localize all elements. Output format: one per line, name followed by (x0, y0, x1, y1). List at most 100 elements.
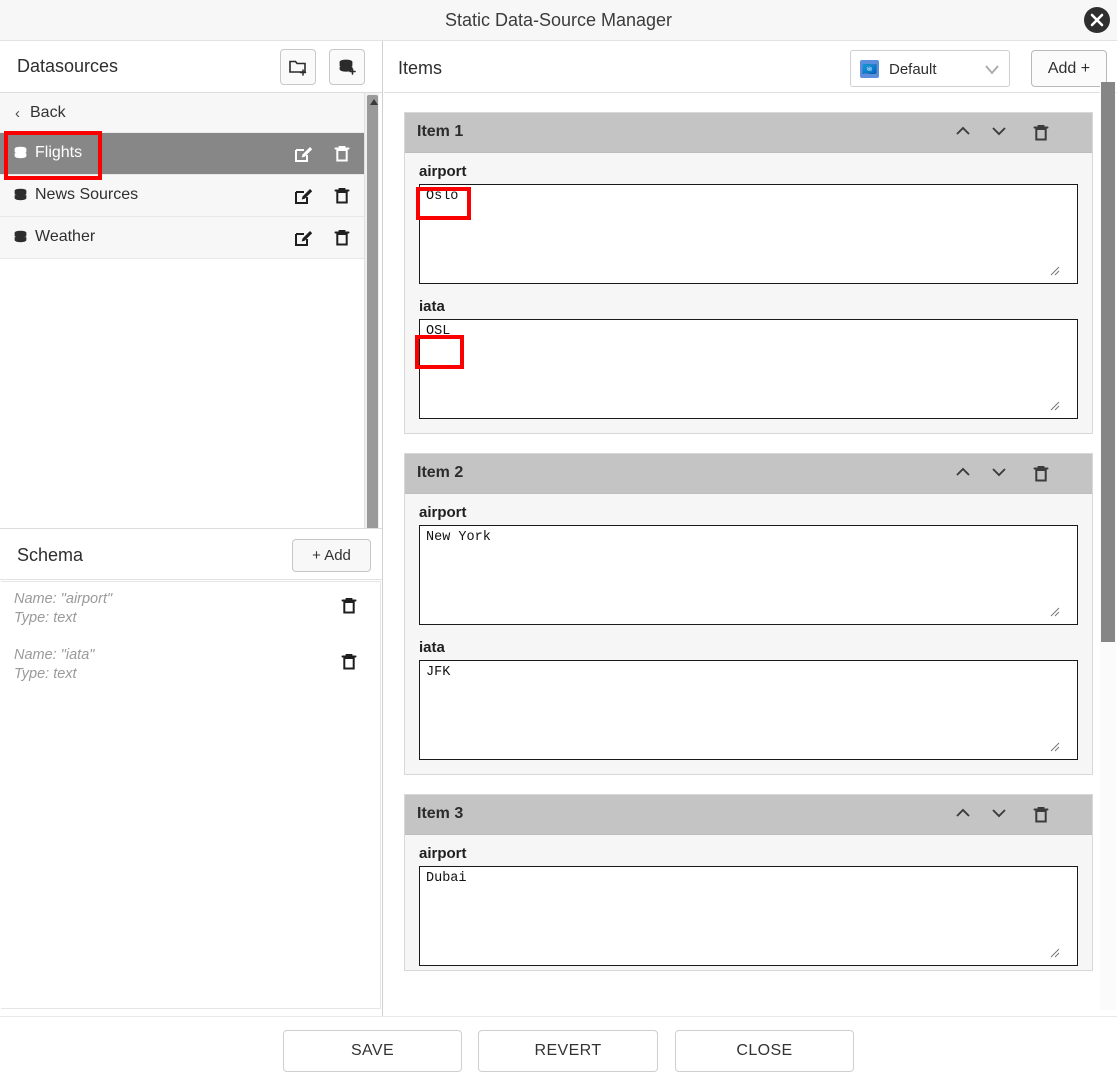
item-card-header: Item 2 (405, 454, 1092, 494)
trash-icon[interactable] (1030, 804, 1052, 831)
trash-icon[interactable] (331, 185, 353, 212)
back-button[interactable]: ‹ Back (0, 93, 370, 133)
items-scrollbar[interactable] (1100, 82, 1116, 1010)
chevron-left-icon: ‹ (15, 105, 20, 122)
field-label: airport (419, 504, 467, 521)
resize-grip-icon (1050, 948, 1060, 958)
datasource-list-scrollbar[interactable] (364, 93, 379, 568)
schema-header: Schema + Add (0, 528, 382, 580)
resize-grip-icon (1050, 401, 1060, 411)
close-icon[interactable] (1084, 7, 1110, 33)
item-card-1: Item 1 airport Oslo iata OSL (404, 112, 1093, 434)
chevron-down-icon[interactable] (990, 806, 1008, 825)
chevron-up-icon[interactable] (954, 465, 972, 484)
chevron-up-icon[interactable] (954, 806, 972, 825)
chevron-down-icon (984, 63, 1000, 81)
field-label: airport (419, 845, 467, 862)
card-bottom-spacer (405, 764, 1092, 774)
trash-icon[interactable] (338, 595, 360, 622)
item-card-header: Item 1 (405, 113, 1092, 153)
item-title: Item 1 (417, 123, 464, 140)
sidebar-item-label: Flights (35, 144, 83, 161)
field-value-text: New York (426, 530, 491, 545)
language-select-value: Default (889, 61, 937, 78)
sidebar-item-label: News Sources (35, 186, 139, 203)
save-button[interactable]: SAVE (283, 1030, 462, 1072)
datasources-panel: Datasources ‹ Back Flights News Sources … (0, 41, 383, 1085)
back-label: Back (30, 104, 66, 121)
scrollbar-thumb[interactable] (1101, 82, 1115, 642)
item-1-field-iata: iata OSL (405, 288, 1092, 423)
card-bottom-spacer (405, 423, 1092, 433)
datasources-title: Datasources (17, 56, 119, 76)
un-flag-icon: 🇺🇳 (860, 60, 879, 78)
add-item-button[interactable]: Add + (1031, 50, 1107, 87)
item-title: Item 3 (417, 805, 464, 822)
field-label: iata (419, 639, 445, 656)
close-button[interactable]: CLOSE (675, 1030, 854, 1072)
language-select[interactable]: 🇺🇳 Default (850, 50, 1010, 87)
item-2-airport-value[interactable]: New York (419, 525, 1078, 625)
schema-field-airport: Name: "airport" Type: text (1, 582, 380, 638)
trash-icon[interactable] (331, 227, 353, 254)
resize-grip-icon (1050, 266, 1060, 276)
trash-icon[interactable] (338, 651, 360, 678)
item-3-field-airport: airport Dubai (405, 835, 1092, 970)
item-2-field-iata: iata JFK (405, 629, 1092, 764)
trash-icon[interactable] (1030, 122, 1052, 149)
resize-grip-icon (1050, 742, 1060, 752)
sidebar-item-label: Weather (35, 228, 96, 245)
scroll-up-arrow-icon[interactable] (370, 99, 378, 105)
edit-square-icon[interactable] (293, 227, 315, 254)
chevron-up-icon[interactable] (954, 124, 972, 143)
items-panel: Items 🇺🇳 Default Add + Item 1 airport Os… (384, 41, 1117, 1085)
database-plus-icon (339, 59, 356, 75)
item-1-iata-value[interactable]: OSL (419, 319, 1078, 419)
item-card-header: Item 3 (405, 795, 1092, 835)
datasource-list: Flights News Sources Weather (0, 133, 370, 560)
trash-icon[interactable] (1030, 463, 1052, 490)
field-label: iata (419, 298, 445, 315)
datasources-header: Datasources (0, 41, 382, 93)
item-1-field-airport: airport Oslo (405, 153, 1092, 288)
field-value-text: OSL (426, 324, 451, 339)
resize-grip-icon (1050, 607, 1060, 617)
sidebar-item-news-sources[interactable]: News Sources (0, 175, 370, 217)
schema-add-button[interactable]: + Add (292, 539, 371, 572)
sidebar-item-weather[interactable]: Weather (0, 217, 370, 259)
item-2-field-airport: airport New York (405, 494, 1092, 629)
item-3-airport-value[interactable]: Dubai (419, 866, 1078, 966)
revert-button[interactable]: REVERT (478, 1030, 658, 1072)
field-value-text: Oslo (426, 189, 459, 204)
trash-icon[interactable] (331, 143, 353, 170)
item-1-airport-value[interactable]: Oslo (419, 184, 1078, 284)
scrollbar-thumb[interactable] (367, 95, 378, 563)
items-title: Items (398, 58, 443, 78)
item-2-iata-value[interactable]: JFK (419, 660, 1078, 760)
sidebar-item-flights[interactable]: Flights (0, 133, 370, 175)
chevron-down-icon[interactable] (990, 465, 1008, 484)
database-icon (12, 187, 29, 209)
item-title: Item 2 (417, 464, 464, 481)
schema-field-text: Name: "airport" Type: text (14, 591, 113, 626)
schema-field-iata: Name: "iata" Type: text (1, 638, 380, 694)
window-titlebar: Static Data-Source Manager (0, 0, 1117, 41)
items-scroll-area: Item 1 airport Oslo iata OSL Item 2 airp… (384, 93, 1117, 1031)
static-data-source-manager-window: Static Data-Source Manager Datasources ‹… (0, 0, 1117, 1085)
database-icon (12, 229, 29, 251)
items-header: Items 🇺🇳 Default Add + (384, 41, 1117, 93)
schema-title: Schema (17, 545, 84, 565)
chevron-down-icon[interactable] (990, 124, 1008, 143)
window-title: Static Data-Source Manager (444, 10, 673, 30)
edit-square-icon[interactable] (293, 143, 315, 170)
field-value-text: Dubai (426, 871, 467, 886)
schema-field-list: Name: "airport" Type: text Name: "iata" … (1, 581, 381, 1009)
folder-plus-icon (289, 60, 307, 76)
item-card-3: Item 3 airport Dubai (404, 794, 1093, 971)
new-folder-button[interactable] (280, 49, 316, 85)
new-datasource-button[interactable] (329, 49, 365, 85)
field-value-text: JFK (426, 665, 451, 680)
field-label: airport (419, 163, 467, 180)
dialog-footer: SAVE REVERT CLOSE (0, 1016, 1117, 1085)
edit-square-icon[interactable] (293, 185, 315, 212)
